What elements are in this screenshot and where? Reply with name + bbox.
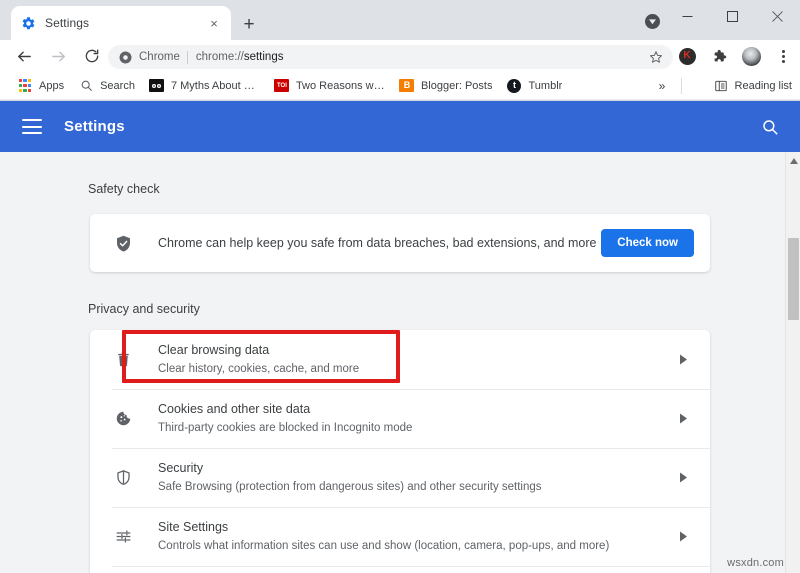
- section-title-privacy-and-security: Privacy and security: [88, 302, 200, 316]
- download-arrow-icon[interactable]: [645, 14, 660, 29]
- bookmarks-bar: Apps Search 7 Myths About Suc...: [0, 72, 800, 100]
- blogger-favicon-text: B: [399, 79, 414, 92]
- shield-check-icon: [112, 234, 134, 253]
- settings-row-body: Site Settings Controls what information …: [158, 519, 674, 554]
- minimize-button[interactable]: [665, 0, 710, 32]
- new-tab-button[interactable]: +: [236, 11, 262, 37]
- bookmarks-divider: [681, 78, 682, 94]
- settings-row-title: Site Settings: [158, 519, 674, 535]
- omnibox-divider: [187, 51, 188, 64]
- profile-avatar[interactable]: [738, 43, 764, 69]
- settings-row-title: Cookies and other site data: [158, 401, 674, 417]
- settings-row-subtitle: Clear history, cookies, cache, and more: [158, 361, 674, 377]
- url-scheme: chrome://: [196, 51, 244, 63]
- reading-list-button[interactable]: Reading list: [713, 75, 792, 97]
- url-page: settings: [244, 51, 284, 63]
- settings-row-title: Security: [158, 460, 674, 476]
- tune-sliders-icon: [112, 528, 134, 545]
- tab-strip: Settings × +: [0, 0, 800, 40]
- privacy-card: Clear browsing data Clear history, cooki…: [90, 330, 710, 573]
- settings-row-security[interactable]: Security Safe Browsing (protection from …: [90, 448, 710, 507]
- chevron-right-icon[interactable]: [674, 413, 692, 424]
- bookmark-blogger[interactable]: B Blogger: Posts: [392, 75, 500, 97]
- scrollbar-thumb[interactable]: [788, 238, 799, 320]
- forward-arrow-icon[interactable]: [44, 42, 72, 70]
- bookmark-label: 7 Myths About Suc...: [171, 80, 260, 92]
- puzzle-piece-icon[interactable]: [706, 43, 732, 69]
- address-bar[interactable]: Chrome chrome://settings: [108, 45, 673, 69]
- bookmark-star-icon[interactable]: [648, 49, 664, 65]
- row-divider: [112, 566, 710, 567]
- magnifier-icon: [78, 78, 94, 94]
- omnibox-chrome-label: Chrome: [139, 51, 180, 63]
- k-avatar-label: K: [679, 48, 696, 65]
- toi-favicon-text: TOI: [274, 79, 289, 92]
- scroll-up-arrow-icon[interactable]: [786, 154, 800, 168]
- section-title-safety-check: Safety check: [88, 182, 160, 196]
- browser-window: Settings × +: [0, 0, 800, 573]
- settings-row-site-settings[interactable]: Site Settings Controls what information …: [90, 507, 710, 566]
- page-title: Settings: [64, 118, 125, 135]
- trash-can-icon: [112, 351, 134, 368]
- chevron-right-icon[interactable]: [674, 472, 692, 483]
- settings-row-body: Clear browsing data Clear history, cooki…: [158, 342, 674, 377]
- bookmark-label: Two Reasons why y...: [296, 80, 385, 92]
- settings-row-subtitle: Third-party cookies are blocked in Incog…: [158, 420, 674, 436]
- settings-header: Settings: [0, 101, 800, 152]
- page-scrollbar[interactable]: [785, 152, 800, 573]
- browser-tab-settings[interactable]: Settings ×: [11, 6, 231, 40]
- chrome-logo-icon: [118, 50, 132, 64]
- check-now-button[interactable]: Check now: [601, 229, 694, 257]
- bookmark-tumblr[interactable]: t Tumblr: [499, 75, 569, 97]
- tumblr-favicon: t: [506, 78, 522, 94]
- toi-favicon: TOI: [274, 78, 290, 94]
- browser-toolbar: Chrome chrome://settings K: [0, 40, 800, 72]
- reading-list-label: Reading list: [735, 80, 792, 92]
- window-controls: [665, 0, 800, 32]
- tumblr-favicon-text: t: [507, 79, 521, 93]
- bookmark-label: Tumblr: [528, 80, 562, 92]
- tab-title: Settings: [45, 16, 206, 30]
- settings-row-cookies-and-other-site-data[interactable]: Cookies and other site data Third-party …: [90, 389, 710, 448]
- close-window-button[interactable]: [755, 0, 800, 32]
- settings-row-body: Security Safe Browsing (protection from …: [158, 460, 674, 495]
- safety-check-card: Chrome can help keep you safe from data …: [90, 214, 710, 272]
- settings-row-subtitle: Safe Browsing (protection from dangerous…: [158, 479, 674, 495]
- hamburger-menu-icon[interactable]: [22, 119, 42, 134]
- bookmark-7-myths[interactable]: 7 Myths About Suc...: [142, 75, 267, 97]
- maximize-button[interactable]: [710, 0, 755, 32]
- gear-icon: [20, 15, 36, 31]
- three-dot-menu-icon[interactable]: [770, 43, 796, 69]
- k-account-icon[interactable]: K: [674, 43, 700, 69]
- reload-icon[interactable]: [78, 42, 106, 70]
- settings-row-title: Clear browsing data: [158, 342, 674, 358]
- bookmark-search[interactable]: Search: [71, 75, 142, 97]
- bookmark-two-reasons[interactable]: TOI Two Reasons why y...: [267, 75, 392, 97]
- bookmark-label: Apps: [39, 80, 64, 92]
- bookmarks-overflow-button[interactable]: »: [652, 76, 672, 96]
- settings-row-clear-browsing-data[interactable]: Clear browsing data Clear history, cooki…: [90, 330, 710, 389]
- shield-icon: [112, 469, 134, 486]
- bookmark-label: Search: [100, 80, 135, 92]
- bookmark-apps[interactable]: Apps: [10, 75, 71, 97]
- watermark: wsxdn.com: [727, 557, 784, 569]
- reading-list-icon: [713, 78, 729, 94]
- search-icon[interactable]: [760, 117, 780, 137]
- apps-grid-icon: [17, 78, 33, 94]
- settings-row-body: Cookies and other site data Third-party …: [158, 401, 674, 436]
- settings-row-subtitle: Controls what information sites can use …: [158, 538, 674, 554]
- chevron-right-icon[interactable]: [674, 531, 692, 542]
- back-arrow-icon[interactable]: [10, 42, 38, 70]
- settings-content: Safety check Chrome can help keep you sa…: [0, 152, 785, 573]
- bookmark-label: Blogger: Posts: [421, 80, 493, 92]
- close-icon[interactable]: ×: [206, 15, 222, 31]
- safety-check-text: Chrome can help keep you safe from data …: [158, 236, 601, 250]
- cookie-icon: [112, 410, 134, 427]
- black-square-favicon: [149, 78, 165, 94]
- toolbar-right-icons: K: [674, 43, 796, 69]
- omnibox-url: chrome://settings: [196, 51, 284, 63]
- blogger-favicon: B: [399, 78, 415, 94]
- chevron-right-icon[interactable]: [674, 354, 692, 365]
